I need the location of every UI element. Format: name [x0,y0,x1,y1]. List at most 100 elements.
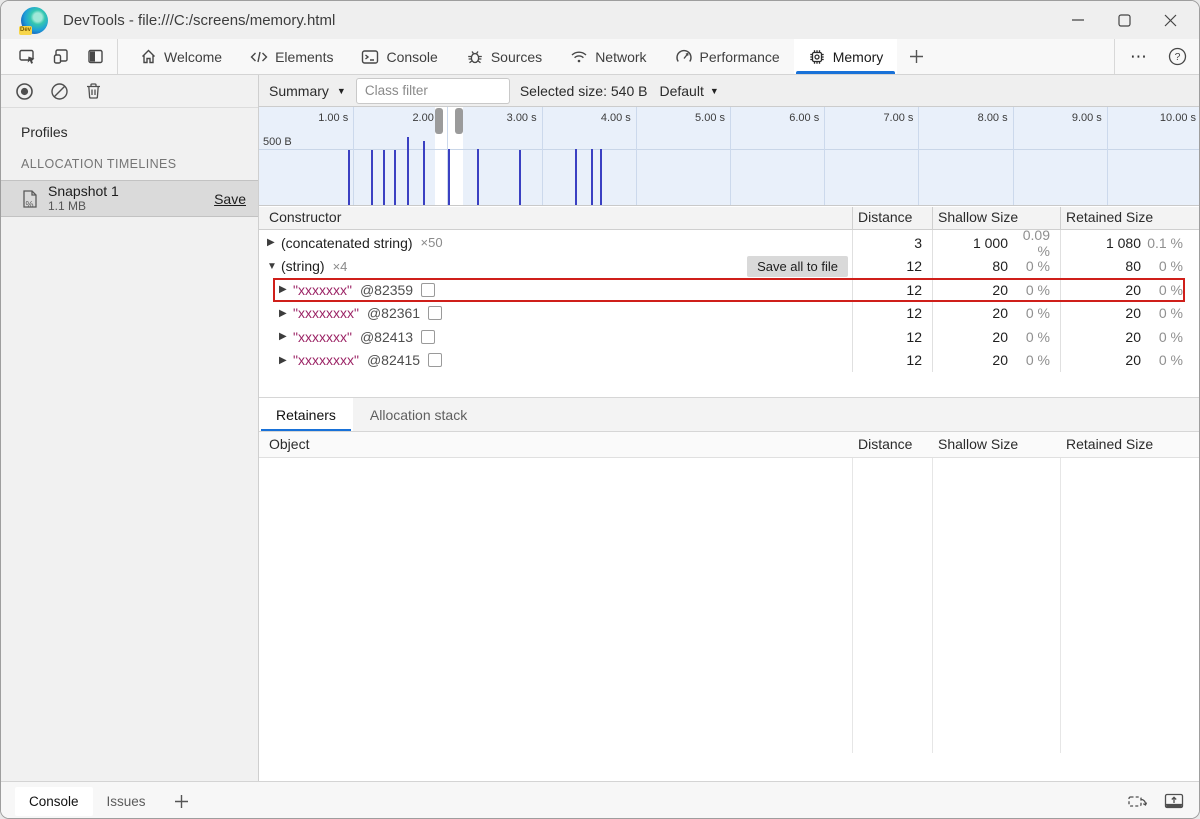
bug-icon [466,48,484,65]
tab-welcome[interactable]: Welcome [126,39,236,74]
timeline-gridline [1107,107,1108,205]
tab-network[interactable]: Network [556,39,660,74]
tab-console[interactable]: Console [347,39,451,74]
timeline-tick-label: 6.00 s [789,112,824,124]
close-button[interactable] [1147,1,1193,39]
memory-panel: Summary ▼ Selected size: 540 B Default ▼… [259,75,1200,781]
dock-side-icon[interactable] [79,43,111,71]
record-icon[interactable] [15,82,34,101]
gauge-icon [675,49,693,65]
home-icon [140,48,157,65]
trash-icon[interactable] [85,82,102,100]
device-toolbar-icon[interactable] [45,43,77,71]
checkbox[interactable] [421,283,435,297]
base-select[interactable]: Default ▼ [659,83,718,99]
timeline-gridline [542,107,543,205]
checkbox[interactable] [428,353,442,367]
wifi-icon [570,49,588,64]
clear-icon[interactable] [50,82,69,101]
help-icon[interactable]: ? [1161,43,1193,71]
table-row[interactable]: ▼ (string) ×4 Save all to file 12 800 % … [259,255,1200,279]
inspect-icon[interactable] [11,43,43,71]
tab-issues[interactable]: Issues [93,787,160,816]
chevron-down-icon: ▼ [337,86,346,96]
perspective-select[interactable]: Summary ▼ [259,83,356,99]
checkbox[interactable] [428,306,442,320]
tab-console-drawer[interactable]: Console [15,787,93,816]
timeline-tick-label: 7.00 s [883,112,918,124]
timeline-plot: 500 B 1.00 s2.00 s3.00 s4.00 s5.00 s6.00… [259,107,1200,205]
profiles-toolbar [1,75,258,108]
devtools-window: Dev DevTools - file:///C:/screens/memory… [0,0,1200,819]
column-distance[interactable]: Distance [858,209,912,225]
expander-icon[interactable]: ▶ [279,331,293,342]
expander-icon[interactable]: ▼ [267,261,281,272]
chevron-down-icon: ▼ [710,86,719,96]
add-drawer-tab-icon[interactable] [160,787,203,816]
constructor-rows: ▶ (concatenated string) ×50 3 1 0000.09 … [259,231,1200,372]
save-all-to-file-button[interactable]: Save all to file [747,256,848,277]
allocation-timeline[interactable]: 500 B 1.00 s2.00 s3.00 s4.00 s5.00 s6.00… [259,107,1200,206]
tab-allocation-stack[interactable]: Allocation stack [353,398,484,431]
table-row[interactable]: ▶ (concatenated string) ×50 3 1 0000.09 … [259,231,1200,255]
add-tab-icon[interactable] [897,39,936,74]
chip-icon [808,48,826,66]
edge-devtools-logo-icon: Dev [21,7,48,34]
allocation-bar [591,149,593,205]
table-row-highlighted[interactable]: ▶ "xxxxxxx" @82359 12 200 % 200 % [259,278,1200,302]
expander-icon[interactable]: ▶ [279,308,293,319]
selection-handle-left[interactable] [435,108,443,134]
column-shallow-size[interactable]: Shallow Size [938,209,1018,225]
svg-text:%: % [26,199,34,209]
allocation-bar [519,150,521,205]
class-filter-input[interactable] [356,78,510,104]
maximize-button[interactable] [1101,1,1147,39]
expander-icon[interactable]: ▶ [279,355,293,366]
column-shallow-size[interactable]: Shallow Size [938,436,1018,452]
checkbox[interactable] [421,330,435,344]
snapshot-save-link[interactable]: Save [214,191,246,207]
profiles-sidebar: Profiles ALLOCATION TIMELINES % Snapshot… [1,75,259,781]
expander-icon[interactable]: ▶ [279,284,293,295]
retainers-tab-strip: Retainers Allocation stack [259,397,1200,432]
column-distance[interactable]: Distance [858,436,912,452]
snapshot-item[interactable]: % Snapshot 1 1.1 MB Save [1,180,258,217]
snapshot-name: Snapshot 1 [48,184,119,199]
expander-icon[interactable]: ▶ [267,237,281,248]
open-drawer-icon[interactable] [1163,792,1185,810]
table-row[interactable]: ▶ "xxxxxxxx" @82361 12 200 % 200 % [259,302,1200,326]
tab-retainers[interactable]: Retainers [259,398,353,431]
column-retained-size[interactable]: Retained Size [1066,436,1153,452]
constructor-table-header: Constructor Distance Shallow Size Retain… [259,207,1200,230]
timeline-gridline [918,107,919,205]
minimize-button[interactable] [1055,1,1101,39]
timeline-tick-label: 5.00 s [695,112,730,124]
column-constructor[interactable]: Constructor [269,209,341,225]
more-menu-icon[interactable]: ⋯ [1123,43,1155,71]
svg-text:?: ? [1174,51,1180,63]
activity-refresh-icon[interactable] [1127,792,1149,810]
tab-elements[interactable]: Elements [236,39,347,74]
title-bar: Dev DevTools - file:///C:/screens/memory… [1,1,1200,39]
window-title: DevTools - file:///C:/screens/memory.htm… [63,12,335,29]
allocation-timelines-heading: ALLOCATION TIMELINES [21,157,258,171]
selection-handle-right[interactable] [455,108,463,134]
tab-memory[interactable]: Memory [794,39,898,74]
column-object[interactable]: Object [269,436,309,452]
snapshot-size: 1.1 MB [48,200,119,213]
table-row[interactable]: ▶ "xxxxxxxx" @82415 12 200 % 200 % [259,349,1200,373]
retainers-table-header: Object Distance Shallow Size Retained Si… [259,432,1200,458]
profiler-toolbar: Summary ▼ Selected size: 540 B Default ▼ [259,75,1200,107]
timeline-gridline [636,107,637,205]
timeline-gridline [1013,107,1014,205]
column-retained-size[interactable]: Retained Size [1066,209,1153,225]
timeline-tick-label: 1.00 s [318,112,353,124]
timeline-gridline [730,107,731,205]
timeline-tick-label: 4.00 s [601,112,636,124]
table-row[interactable]: ▶ "xxxxxxx" @82413 12 200 % 200 % [259,325,1200,349]
tab-sources[interactable]: Sources [452,39,556,74]
allocation-bar [575,149,577,205]
code-icon [250,49,268,65]
allocation-bar [348,150,350,205]
tab-performance[interactable]: Performance [661,39,794,74]
